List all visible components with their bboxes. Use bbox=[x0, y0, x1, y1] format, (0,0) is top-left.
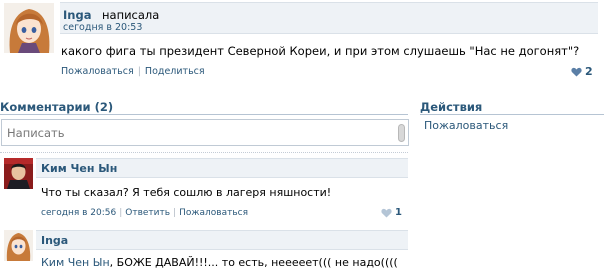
separator: | bbox=[173, 208, 177, 218]
reply-link[interactable]: Ответить bbox=[125, 208, 170, 218]
post-action-text: написала bbox=[102, 8, 160, 22]
comment-author-link[interactable]: Inga bbox=[41, 234, 68, 247]
post-report-link[interactable]: Пожаловаться bbox=[61, 66, 134, 77]
actions-title: Действия bbox=[420, 100, 483, 114]
post-like-button[interactable]: 2 bbox=[571, 65, 593, 78]
separator: | bbox=[119, 208, 123, 218]
comment-input-box[interactable] bbox=[1, 119, 409, 146]
avatar[interactable] bbox=[4, 3, 54, 53]
heart-icon bbox=[571, 67, 582, 77]
wall-post: Inga написала сегодня в 20:53 какого фиг… bbox=[0, 0, 604, 88]
comment-date-link[interactable]: сегодня в 20:56 bbox=[41, 208, 116, 218]
post-header: Inga написала сегодня в 20:53 bbox=[60, 2, 598, 34]
comment-text: Ким Чен Ын, БОЖЕ ДАВАЙ!!!... то есть, не… bbox=[41, 256, 398, 269]
comment-header: Inga bbox=[36, 230, 408, 250]
separator: | bbox=[137, 66, 141, 77]
scrollbar-thumb[interactable] bbox=[398, 124, 405, 142]
comment-like-count: 1 bbox=[395, 207, 402, 218]
comment-header: Ким Чен Ын bbox=[36, 158, 408, 178]
divider bbox=[420, 114, 604, 115]
divider bbox=[0, 114, 408, 115]
comment-text-body: , БОЖЕ ДАВАЙ!!!... то есть, нееееет((( н… bbox=[109, 256, 398, 269]
post-actions: Пожаловаться | Поделиться bbox=[61, 66, 205, 77]
divider bbox=[0, 152, 408, 153]
avatar[interactable] bbox=[4, 230, 33, 261]
comment-input[interactable] bbox=[2, 120, 392, 145]
man-portrait-avatar-icon bbox=[4, 158, 33, 189]
comment-author-link[interactable]: Ким Чен Ын bbox=[41, 162, 117, 175]
post-like-count: 2 bbox=[585, 65, 593, 78]
post-text: какого фига ты президент Северной Кореи,… bbox=[61, 44, 580, 58]
comment-report-link[interactable]: Пожаловаться bbox=[179, 208, 248, 218]
post-date-link[interactable]: сегодня в 20:53 bbox=[63, 22, 142, 33]
comment-like-button[interactable]: 1 bbox=[381, 207, 402, 218]
mention-link[interactable]: Ким Чен Ын bbox=[41, 256, 110, 269]
post-share-link[interactable]: Поделиться bbox=[145, 66, 205, 77]
post-author-link[interactable]: Inga bbox=[63, 8, 91, 22]
avatar[interactable] bbox=[4, 158, 33, 189]
heart-icon bbox=[381, 208, 392, 218]
comments-title: Комментарии (2) bbox=[0, 100, 114, 114]
anime-girl-avatar-icon bbox=[4, 230, 33, 261]
comment-meta: сегодня в 20:56 | Ответить | Пожаловаться bbox=[41, 208, 248, 218]
anime-girl-avatar-icon bbox=[4, 3, 54, 53]
comment-text: Что ты сказал? Я тебя сошлю в лагеря няш… bbox=[41, 186, 332, 199]
actions-report-link[interactable]: Пожаловаться bbox=[424, 119, 508, 132]
